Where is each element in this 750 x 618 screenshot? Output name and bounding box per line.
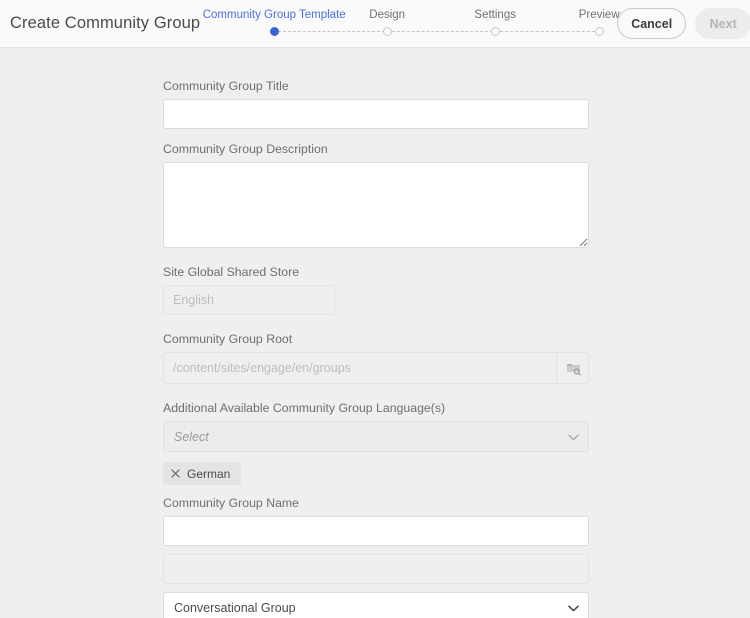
community-group-name-label: Community Group Name <box>163 496 299 510</box>
field-additional-languages: Additional Available Community Group Lan… <box>163 400 589 485</box>
field-community-group-root: Community Group Root <box>163 331 589 384</box>
community-group-root-input[interactable] <box>163 352 589 384</box>
community-group-description-textarea[interactable] <box>163 162 589 248</box>
wizard-step-dot <box>269 26 279 36</box>
close-icon[interactable] <box>171 469 180 478</box>
app-header: Create Community Group Community Group T… <box>0 0 750 48</box>
page-title: Create Community Group <box>10 14 201 32</box>
folder-search-icon[interactable] <box>556 352 589 384</box>
selected-language-chips: German <box>163 462 589 485</box>
community-group-type-select-wrap: Conversational Group <box>163 592 589 618</box>
community-group-root-picker <box>163 352 589 384</box>
form-scroll-region[interactable]: Community Group Title Community Group De… <box>0 48 750 618</box>
community-group-title-input[interactable] <box>163 99 589 129</box>
community-group-description-label: Community Group Description <box>163 142 328 156</box>
language-chip-german[interactable]: German <box>163 462 242 485</box>
field-secondary-readonly <box>163 554 589 584</box>
site-global-shared-store-label: Site Global Shared Store <box>163 265 300 279</box>
community-group-title-label: Community Group Title <box>163 79 289 93</box>
additional-languages-select-wrap: Select <box>163 421 589 452</box>
secondary-readonly-input[interactable] <box>163 554 589 584</box>
create-community-group-form: Community Group Title Community Group De… <box>163 48 589 618</box>
additional-languages-select[interactable]: Select <box>163 421 589 452</box>
wizard-step-preview[interactable]: Preview <box>524 3 674 36</box>
community-group-type-select[interactable]: Conversational Group <box>163 592 589 618</box>
community-group-root-label: Community Group Root <box>163 332 293 346</box>
field-community-group-name: Community Group Name <box>163 495 589 546</box>
language-chip-label: German <box>187 466 231 481</box>
wizard-step-dot <box>490 26 500 36</box>
wizard-step-indicator: Community Group Template Design Settings… <box>203 3 620 45</box>
wizard-step-dot <box>594 26 604 36</box>
additional-languages-selected-value: Select <box>174 429 209 444</box>
field-site-global-shared-store: Site Global Shared Store <box>163 264 589 315</box>
wizard-step-dot <box>382 26 392 36</box>
field-community-group-type: Conversational Group <box>163 592 589 618</box>
field-community-group-title: Community Group Title <box>163 78 589 129</box>
site-global-shared-store-input[interactable] <box>163 285 335 315</box>
wizard-step-label: Preview <box>578 8 620 21</box>
community-group-type-selected-value: Conversational Group <box>174 600 296 615</box>
community-group-name-input[interactable] <box>163 516 589 546</box>
wizard-step-label: Design <box>369 8 406 21</box>
next-button[interactable]: Next <box>695 8 750 39</box>
field-community-group-description: Community Group Description <box>163 141 589 248</box>
additional-languages-label: Additional Available Community Group Lan… <box>163 401 446 415</box>
wizard-step-label: Settings <box>474 8 516 21</box>
